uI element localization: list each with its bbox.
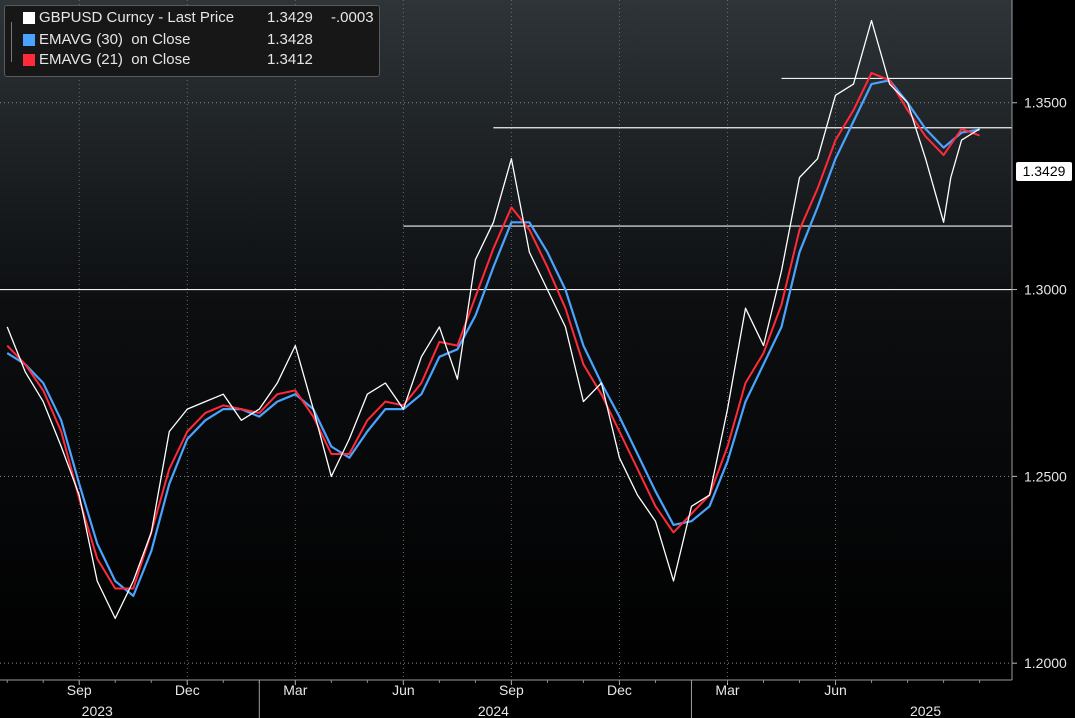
- legend-value-ema21: 1.3412: [267, 51, 313, 68]
- x-tick-label: Dec: [607, 682, 632, 698]
- last-price-tag: 1.3429: [1016, 162, 1072, 181]
- legend-value-ema30: 1.3428: [267, 31, 313, 48]
- x-tick-label: Jun: [392, 682, 415, 698]
- x-tick-label: Jun: [824, 682, 847, 698]
- x-tick-label: Dec: [175, 682, 200, 698]
- chart: 1.3500 1.3000 1.2500 1.2000 Sep Dec Mar Jun Sep D…: [0, 0, 1075, 718]
- y-tick-label: 1.3000: [1024, 282, 1067, 298]
- legend-item-last-price: GBPUSD Curncy - Last Price 1.3429 -.0003: [23, 9, 374, 27]
- legend-swatch-last-price: [23, 12, 35, 24]
- legend-change-last-price: -.0003: [331, 9, 374, 26]
- legend-item-ema30: EMAVG (30) on Close 1.3428: [23, 31, 313, 49]
- x-tick-label: Mar: [283, 682, 307, 698]
- legend-tree-line: [11, 22, 19, 62]
- y-tick-label: 1.2000: [1024, 655, 1067, 671]
- year-label: 2025: [910, 703, 941, 718]
- legend-label-ema21: EMAVG (21) on Close: [39, 51, 191, 68]
- y-tick-label: 1.2500: [1024, 468, 1067, 484]
- legend: GBPUSD Curncy - Last Price 1.3429 -.0003…: [4, 5, 380, 77]
- legend-label-ema30: EMAVG (30) on Close: [39, 31, 191, 48]
- legend-label-last-price: GBPUSD Curncy - Last Price: [39, 9, 235, 26]
- year-label: 2023: [82, 703, 113, 718]
- year-label: 2024: [478, 703, 509, 718]
- x-tick-label: Sep: [499, 682, 524, 698]
- legend-swatch-ema30: [23, 34, 35, 46]
- chart-svg: 1.3500 1.3000 1.2500 1.2000 Sep Dec Mar Jun Sep D…: [0, 0, 1067, 718]
- x-tick-label: Sep: [67, 682, 92, 698]
- plot-background: [0, 0, 1012, 680]
- legend-item-ema21: EMAVG (21) on Close 1.3412: [23, 51, 313, 69]
- x-tick-label: Mar: [715, 682, 739, 698]
- y-tick-label: 1.3500: [1024, 95, 1067, 111]
- legend-value-last-price: 1.3429: [267, 9, 313, 26]
- legend-swatch-ema21: [23, 54, 35, 66]
